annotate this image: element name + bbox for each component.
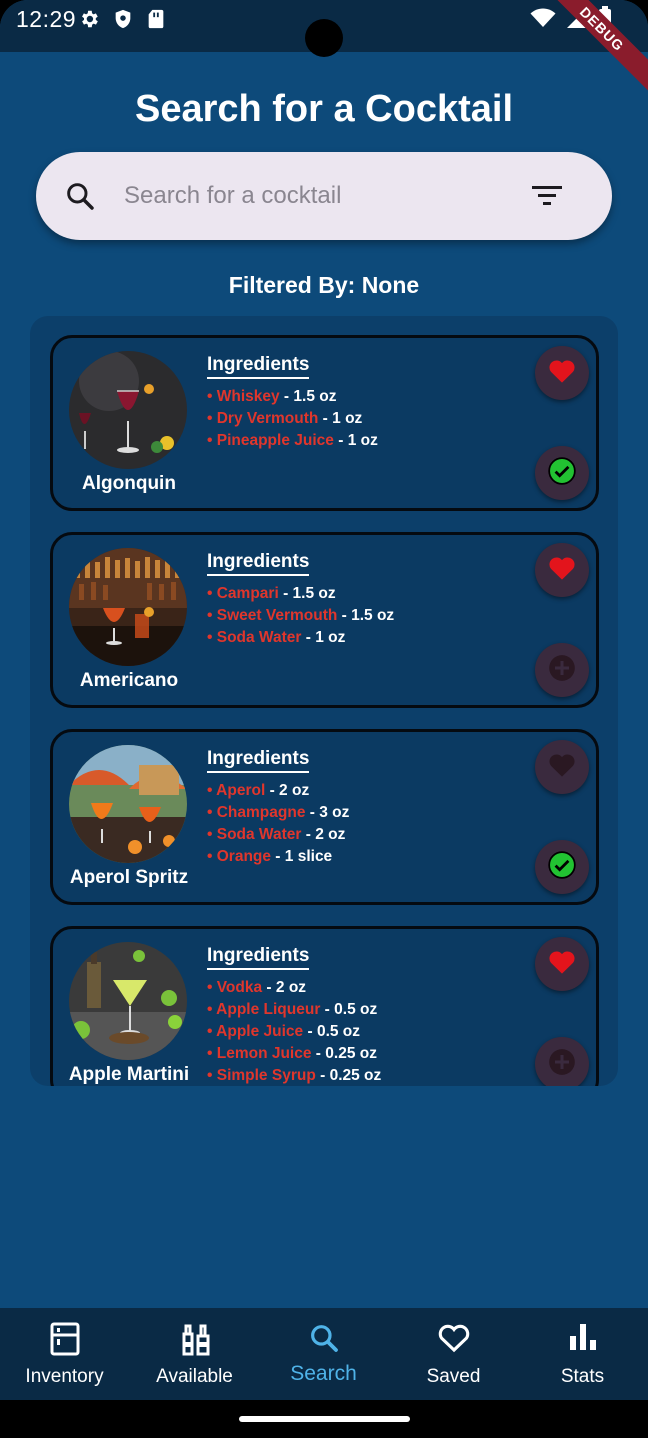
cocktail-name[interactable]: Americano — [53, 670, 205, 692]
nav-available[interactable]: Available — [130, 1308, 259, 1400]
home-gesture-bar[interactable] — [239, 1416, 410, 1422]
nav-saved[interactable]: Saved — [389, 1308, 518, 1400]
ingredient-item: • Apple Juice - 0.5 oz — [207, 1023, 361, 1040]
bottles-icon — [178, 1322, 212, 1361]
nav-inventory[interactable]: Inventory — [0, 1308, 129, 1400]
status-bar: 12:29 DEBUG — [0, 0, 648, 101]
search-bar[interactable] — [36, 152, 612, 240]
filter-status: Filtered By: None — [228, 272, 420, 298]
ingredients-heading: Ingredients — [207, 551, 310, 576]
cocktail-name[interactable]: Algonquin — [53, 473, 205, 495]
heart-filled-icon — [548, 555, 576, 586]
check-circle-icon — [548, 850, 576, 884]
ingredient-item: • Apple Liqueur - 0.5 oz — [207, 1001, 378, 1018]
system-gesture-area — [0, 1400, 648, 1438]
cocktail-card[interactable]: Americano Ingredients • Campari - 1.5 oz… — [50, 532, 599, 708]
ingredient-item: • Dry Vermouth - 1 oz — [207, 410, 363, 427]
heart-filled-icon — [548, 949, 576, 980]
cocktail-image-apple-martini — [69, 942, 187, 1060]
heart-filled-icon — [548, 752, 576, 783]
search-icon — [308, 1322, 340, 1359]
ingredient-item: • Vodka - 2 oz — [207, 979, 307, 996]
plus-circle-icon — [548, 654, 576, 687]
status-time: 12:29 — [16, 6, 77, 32]
plus-circle-icon — [548, 1048, 576, 1081]
add-to-inventory-button[interactable] — [535, 643, 589, 697]
favorite-button[interactable] — [535, 346, 589, 400]
ingredients-heading: Ingredients — [207, 748, 310, 773]
bottom-navigation: Inventory Available Search Saved Stats — [0, 1308, 648, 1400]
in-stock-button[interactable] — [535, 446, 589, 500]
ingredient-item: • Whiskey - 1.5 oz — [207, 388, 337, 405]
status-icons-left — [78, 8, 166, 35]
filter-icon[interactable] — [532, 182, 562, 213]
ingredient-item: • Aperol - 2 oz — [207, 782, 310, 799]
cocktail-card[interactable]: Algonquin Ingredients • Whiskey - 1.5 oz… — [50, 335, 599, 511]
ingredients-heading: Ingredients — [207, 945, 310, 970]
app-screen: 12:29 DEBUG Search for a Cocktail Search… — [0, 0, 648, 1438]
nav-label: Saved — [426, 1366, 481, 1387]
nav-search[interactable]: Search — [259, 1308, 388, 1400]
page-title: Search for a Cocktail — [134, 88, 514, 130]
cocktail-image-americano — [69, 548, 187, 666]
ingredient-item: • Soda Water - 2 oz — [207, 826, 346, 843]
ingredient-list: • Campari - 1.5 oz • Sweet Vermouth - 1.… — [207, 583, 394, 649]
add-to-inventory-button[interactable] — [535, 1037, 589, 1086]
ingredient-list: • Aperol - 2 oz • Champagne - 3 oz • Sod… — [207, 780, 349, 868]
favorite-button[interactable] — [535, 740, 589, 794]
favorite-button[interactable] — [535, 937, 589, 991]
ingredient-list: • Vodka - 2 oz • Apple Liqueur - 0.5 oz … — [207, 977, 381, 1086]
check-circle-icon — [548, 456, 576, 490]
cocktail-image-algonquin — [69, 351, 187, 469]
cocktail-card[interactable]: Apple Martini Ingredients • Vodka - 2 oz… — [50, 926, 599, 1086]
cocktail-image-aperol-spritz — [69, 745, 187, 863]
ingredient-item: • Champagne - 3 oz — [207, 804, 350, 821]
shield-icon — [112, 8, 134, 35]
nav-label: Available — [156, 1366, 233, 1387]
cocktail-name[interactable]: Apple Martini — [53, 1064, 205, 1086]
wifi-icon — [530, 7, 556, 34]
ingredients-heading: Ingredients — [207, 354, 310, 379]
nav-label: Stats — [560, 1366, 605, 1387]
ingredient-item: • Lemon Juice - 0.25 oz — [207, 1045, 377, 1062]
heart-outline-icon — [437, 1322, 471, 1359]
heart-filled-icon — [548, 358, 576, 389]
cocktail-list[interactable]: Algonquin Ingredients • Whiskey - 1.5 oz… — [30, 316, 618, 1086]
search-input[interactable] — [124, 176, 504, 216]
ingredient-item: • Sweet Vermouth - 1.5 oz — [207, 607, 395, 624]
sd-card-icon — [146, 8, 166, 35]
nav-label: Inventory — [25, 1366, 104, 1387]
search-icon — [64, 180, 96, 217]
bar-chart-icon — [568, 1322, 598, 1357]
settings-gear-icon — [78, 8, 100, 35]
favorite-button[interactable] — [535, 543, 589, 597]
nav-stats[interactable]: Stats — [518, 1308, 647, 1400]
nav-label: Search — [290, 1362, 357, 1385]
in-stock-button[interactable] — [535, 840, 589, 894]
ingredient-list: • Whiskey - 1.5 oz • Dry Vermouth - 1 oz… — [207, 386, 378, 452]
ingredient-item: • Campari - 1.5 oz — [207, 585, 336, 602]
ingredient-item: • Orange - 1 slice — [207, 848, 333, 865]
cocktail-card[interactable]: Aperol Spritz Ingredients • Aperol - 2 o… — [50, 729, 599, 905]
ingredient-item: • Pineapple Juice - 1 oz — [207, 432, 378, 449]
cocktail-name[interactable]: Aperol Spritz — [53, 867, 205, 889]
front-camera — [305, 19, 343, 57]
inventory-icon — [50, 1322, 80, 1361]
ingredient-item: • Soda Water - 1 oz — [207, 629, 346, 646]
ingredient-item: • Simple Syrup - 0.25 oz — [207, 1067, 382, 1084]
